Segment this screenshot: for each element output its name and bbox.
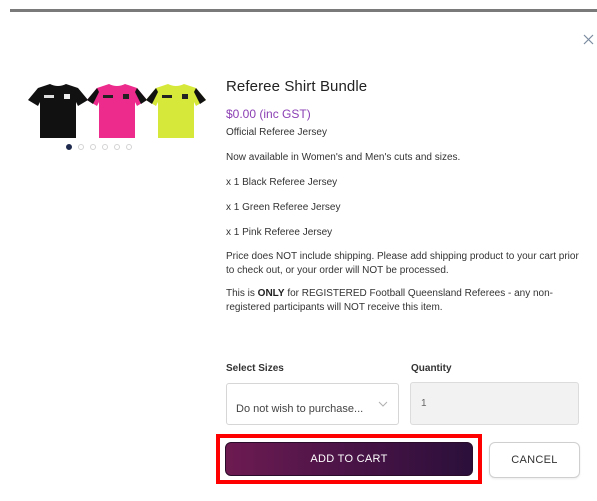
add-to-cart-button[interactable]: ADD TO CART <box>225 442 473 476</box>
product-image-gallery[interactable] <box>26 72 206 162</box>
bundle-item: x 1 Green Referee Jersey <box>226 202 341 213</box>
shipping-note: Price does NOT include shipping. Please … <box>226 251 579 276</box>
size-label: Select Sizes <box>226 363 284 374</box>
product-details: Referee Shirt Bundle $0.00 (inc GST) Off… <box>226 78 586 315</box>
product-price: $0.00 (inc GST) <box>226 107 311 121</box>
eligibility-bold: ONLY <box>257 288 285 299</box>
black-shirt <box>28 84 88 138</box>
gallery-dot[interactable] <box>90 144 96 150</box>
chevron-down-icon <box>378 401 388 407</box>
eligibility-note: This is ONLY for REGISTERED Football Que… <box>226 287 586 315</box>
bundle-item: x 1 Black Referee Jersey <box>226 177 338 188</box>
pink-shirt <box>87 84 147 138</box>
gallery-dots <box>66 144 132 152</box>
close-button[interactable] <box>580 31 597 49</box>
quantity-input[interactable] <box>410 382 579 425</box>
product-description: Official Referee Jersey Now available in… <box>226 126 586 315</box>
gallery-dot[interactable] <box>66 144 72 150</box>
size-select[interactable]: Do not wish to purchase... <box>226 383 399 425</box>
eligibility-pre: This is <box>226 288 258 299</box>
cancel-button[interactable]: CANCEL <box>489 442 580 478</box>
gallery-dot[interactable] <box>102 144 108 150</box>
description-cuts: Now available in Women's and Men's cuts … <box>226 152 461 163</box>
close-icon <box>583 34 594 45</box>
quantity-label: Quantity <box>411 363 452 374</box>
gallery-dot[interactable] <box>126 144 132 150</box>
product-title: Referee Shirt Bundle <box>226 78 368 95</box>
product-image <box>28 84 206 138</box>
lime-shirt <box>146 84 206 138</box>
gallery-dot[interactable] <box>114 144 120 150</box>
description-subtitle: Official Referee Jersey <box>226 127 327 138</box>
size-select-value: Do not wish to purchase... <box>236 403 364 415</box>
gallery-dot[interactable] <box>78 144 84 150</box>
bundle-item: x 1 Pink Referee Jersey <box>226 227 333 238</box>
